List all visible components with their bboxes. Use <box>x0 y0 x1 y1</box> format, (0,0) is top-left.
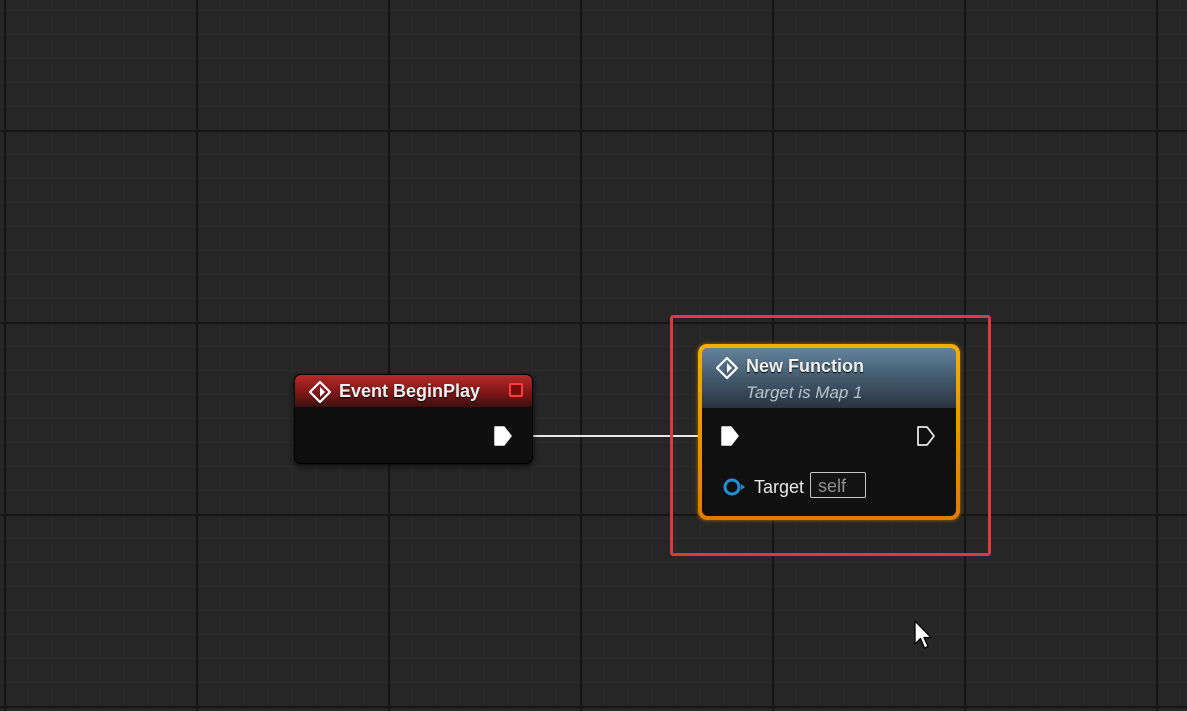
highlight-rectangle <box>670 315 991 556</box>
exec-output-pin[interactable] <box>493 425 513 447</box>
mouse-pointer-icon <box>914 620 932 649</box>
event-diamond-icon <box>309 381 331 403</box>
blueprint-graph-grid[interactable] <box>0 0 1187 711</box>
event-node-header[interactable]: Event BeginPlay <box>295 375 532 407</box>
event-node-title: Event BeginPlay <box>339 381 481 401</box>
event-delegate-pin[interactable] <box>509 383 523 397</box>
event-beginplay-node[interactable]: Event BeginPlay <box>294 374 533 464</box>
